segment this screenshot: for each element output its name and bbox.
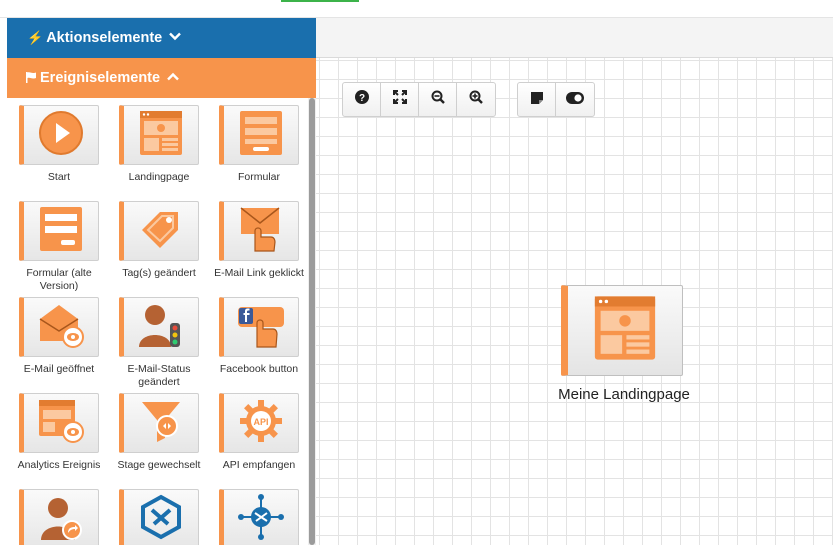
- canvas-node-landingpage[interactable]: [561, 285, 683, 376]
- tile-label: Analytics Ereignis: [17, 459, 101, 471]
- zoom-out-icon: [431, 90, 445, 109]
- zoom-in-icon: [469, 90, 483, 109]
- form-icon: [239, 110, 283, 161]
- tile-label: Tag(s) geändert: [122, 267, 196, 279]
- help-button[interactable]: ?: [343, 83, 381, 116]
- fit-screen-icon: [392, 90, 407, 109]
- sticky-note-icon: [530, 91, 543, 109]
- stage-funnel-icon: [138, 398, 184, 449]
- fit-screen-button[interactable]: [381, 83, 419, 116]
- tile-label: Facebook button: [219, 363, 299, 375]
- svg-text:API: API: [253, 417, 268, 427]
- ereignis-elements-panel: Start Landingpage Formular Formular (alt…: [7, 98, 316, 545]
- canvas-header-strip: [316, 18, 833, 58]
- tag-icon: [138, 206, 184, 257]
- facebook-button-icon: [236, 301, 286, 354]
- active-tab-indicator: [281, 0, 359, 2]
- top-bar: [0, 0, 833, 18]
- tile-label: Formular: [237, 171, 280, 183]
- zoom-toolbar: ?: [342, 82, 496, 117]
- tile-label: Stage gewechselt: [117, 459, 201, 471]
- zoom-out-button[interactable]: [419, 83, 457, 116]
- chevron-down-icon: [169, 32, 182, 44]
- brand-s-icon: [138, 494, 184, 545]
- zoom-in-button[interactable]: [457, 83, 495, 116]
- email-opened-icon: [37, 301, 85, 354]
- user-share-icon: [38, 494, 84, 545]
- tile-label: API empfangen: [222, 459, 296, 471]
- landingpage-icon: [139, 110, 183, 161]
- email-click-icon: [238, 205, 284, 258]
- tile-label: E-Mail geöffnet: [23, 363, 95, 375]
- chevron-up-icon: [167, 72, 179, 84]
- old-form-icon: [39, 206, 83, 257]
- network-hub-icon: [237, 493, 285, 545]
- tile-label: Landingpage: [128, 171, 190, 183]
- ereigniselemente-header[interactable]: Ereigniselemente: [7, 58, 316, 98]
- bolt-icon: ⚡: [27, 30, 44, 45]
- help-icon: ?: [354, 90, 369, 109]
- tile-label: E-Mail Link geklickt: [214, 267, 304, 279]
- sidebar-scrollbar-thumb[interactable]: [309, 98, 315, 545]
- play-icon: [38, 110, 84, 161]
- api-gear-icon: API: [238, 398, 284, 449]
- ereigniselemente-label: Ereigniselemente: [40, 70, 161, 86]
- aktionselemente-header[interactable]: ⚡ Aktionselemente: [7, 18, 316, 58]
- tile-label: E-Mail-Status geändert: [127, 363, 191, 388]
- email-status-icon: [137, 301, 185, 354]
- tile-label: Start: [47, 171, 71, 183]
- tile-label: Formular (alte Version): [26, 267, 92, 292]
- toggle-icon: [566, 91, 584, 109]
- aktionselemente-label: Aktionselemente: [46, 30, 163, 46]
- svg-text:?: ?: [358, 93, 364, 104]
- canvas-node-label: Meine Landingpage: [558, 386, 690, 403]
- analytics-icon: [37, 398, 85, 449]
- landingpage-icon: [592, 295, 658, 366]
- flag-icon: [25, 71, 37, 86]
- toggle-button[interactable]: [556, 83, 594, 116]
- view-toolbar: [517, 82, 595, 117]
- sidebar: ⚡ Aktionselemente Ereigniselemente Start…: [0, 18, 316, 545]
- sticky-note-button[interactable]: [518, 83, 556, 116]
